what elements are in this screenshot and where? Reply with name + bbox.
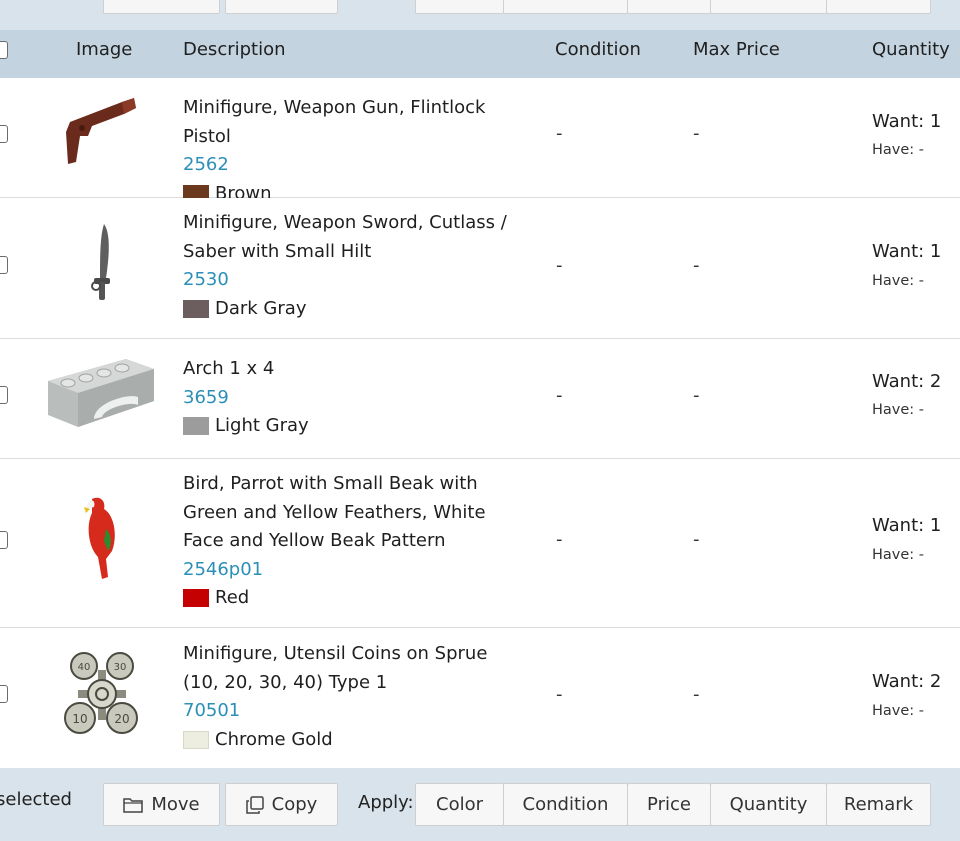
item-number-link[interactable]: 2530 <box>183 266 528 295</box>
max-price-value: - <box>693 529 700 550</box>
item-color: Red <box>183 584 528 613</box>
have-quantity: Have: - <box>872 402 925 418</box>
condition-value: - <box>556 529 563 550</box>
table-row: 40 30 10 20 Minifigure, Utensil Coins on… <box>0 628 960 768</box>
cutlass-sword-icon <box>91 224 110 300</box>
copy-icon <box>245 795 264 814</box>
copy-button[interactable]: Copy <box>225 783 338 826</box>
item-number-link[interactable]: 2546p01 <box>183 556 528 585</box>
max-price-value: - <box>693 255 700 276</box>
item-number-link[interactable]: 2562 <box>183 151 528 180</box>
header-condition[interactable]: Condition <box>555 30 641 78</box>
row-description: Minifigure, Weapon Sword, Cutlass / Sabe… <box>183 209 528 323</box>
coins-sprue-icon: 40 30 10 20 <box>64 652 138 734</box>
move-label: Move <box>151 794 200 815</box>
flintlock-pistol-icon <box>66 98 136 164</box>
row-description: Minifigure, Weapon Gun, Flintlock Pistol… <box>183 94 528 208</box>
row-checkbox[interactable] <box>0 685 8 703</box>
apply-quantity-button[interactable]: Quantity <box>710 783 827 826</box>
top-price-button[interactable] <box>627 0 711 14</box>
table-row: Bird, Parrot with Small Beak with Green … <box>0 459 960 628</box>
color-swatch <box>183 299 209 318</box>
want-quantity: Want: 2 <box>872 671 942 692</box>
selected-count-text: selected <box>0 789 72 810</box>
header-quantity[interactable]: Quantity <box>872 30 950 78</box>
color-swatch <box>183 589 209 608</box>
coin-label: 20 <box>114 712 129 726</box>
copy-label: Copy <box>271 794 318 815</box>
item-name: Bird, Parrot with Small Beak with Green … <box>183 473 486 551</box>
top-condition-button[interactable] <box>503 0 628 14</box>
have-quantity: Have: - <box>872 273 925 289</box>
table-row: Minifigure, Weapon Gun, Flintlock Pistol… <box>0 78 960 204</box>
color-swatch <box>183 730 209 749</box>
condition-value: - <box>556 123 563 144</box>
row-description: Minifigure, Utensil Coins on Sprue (10, … <box>183 640 528 754</box>
item-name: Minifigure, Weapon Sword, Cutlass / Sabe… <box>183 212 507 262</box>
folder-icon <box>123 797 144 813</box>
header-description[interactable]: Description <box>183 30 286 78</box>
item-number-link[interactable]: 70501 <box>183 697 528 726</box>
table-row: Minifigure, Weapon Sword, Cutlass / Sabe… <box>0 198 960 339</box>
top-toolbar <box>0 0 960 30</box>
color-swatch <box>183 417 209 436</box>
bulk-actions-toolbar: selected Move Copy Apply: Color Conditio… <box>0 768 960 841</box>
max-price-value: - <box>693 385 700 406</box>
row-description: Bird, Parrot with Small Beak with Green … <box>183 470 528 613</box>
apply-price-button[interactable]: Price <box>627 783 711 826</box>
top-color-button[interactable] <box>415 0 504 14</box>
condition-value: - <box>556 255 563 276</box>
have-quantity: Have: - <box>872 703 925 719</box>
table-header: Image Description Condition Max Price Qu… <box>0 30 960 78</box>
want-quantity: Want: 2 <box>872 371 942 392</box>
coin-label: 10 <box>72 712 87 726</box>
item-color: Light Gray <box>183 412 528 441</box>
top-move-button[interactable] <box>103 0 220 14</box>
apply-condition-button[interactable]: Condition <box>503 783 628 826</box>
header-max-price[interactable]: Max Price <box>693 30 780 78</box>
apply-label: Apply: <box>358 792 414 813</box>
color-name: Red <box>215 587 250 608</box>
item-number-link[interactable]: 3659 <box>183 384 528 413</box>
item-name: Arch 1 x 4 <box>183 358 275 379</box>
row-checkbox[interactable] <box>0 531 8 549</box>
top-copy-button[interactable] <box>225 0 338 14</box>
select-all-checkbox[interactable] <box>0 41 8 59</box>
header-image: Image <box>76 39 133 60</box>
row-checkbox[interactable] <box>0 386 8 404</box>
want-quantity: Want: 1 <box>872 111 942 132</box>
item-color: Dark Gray <box>183 295 528 324</box>
coin-label: 40 <box>78 662 91 673</box>
top-quantity-button[interactable] <box>710 0 827 14</box>
apply-remark-button[interactable]: Remark <box>826 783 931 826</box>
color-name: Light Gray <box>215 415 309 436</box>
max-price-value: - <box>693 123 700 144</box>
move-button[interactable]: Move <box>103 783 220 826</box>
color-name: Dark Gray <box>215 297 307 319</box>
row-checkbox[interactable] <box>0 125 8 143</box>
parrot-icon <box>84 497 115 579</box>
item-name: Minifigure, Utensil Coins on Sprue (10, … <box>183 643 488 693</box>
table-row: Arch 1 x 4 3659 Light Gray - - Want: 2 H… <box>0 339 960 459</box>
arch-brick-icon <box>48 359 154 427</box>
have-quantity: Have: - <box>872 547 925 563</box>
color-name: Chrome Gold <box>215 728 333 750</box>
want-quantity: Want: 1 <box>872 515 942 536</box>
have-quantity: Have: - <box>872 142 925 158</box>
item-color: Chrome Gold <box>183 726 528 755</box>
row-checkbox[interactable] <box>0 256 8 274</box>
top-remark-button[interactable] <box>826 0 931 14</box>
max-price-value: - <box>693 684 700 705</box>
item-name: Minifigure, Weapon Gun, Flintlock Pistol <box>183 97 486 147</box>
apply-color-button[interactable]: Color <box>415 783 504 826</box>
row-description: Arch 1 x 4 3659 Light Gray <box>183 355 528 441</box>
want-quantity: Want: 1 <box>872 241 942 262</box>
condition-value: - <box>556 385 563 406</box>
condition-value: - <box>556 684 563 705</box>
coin-label: 30 <box>114 662 127 673</box>
